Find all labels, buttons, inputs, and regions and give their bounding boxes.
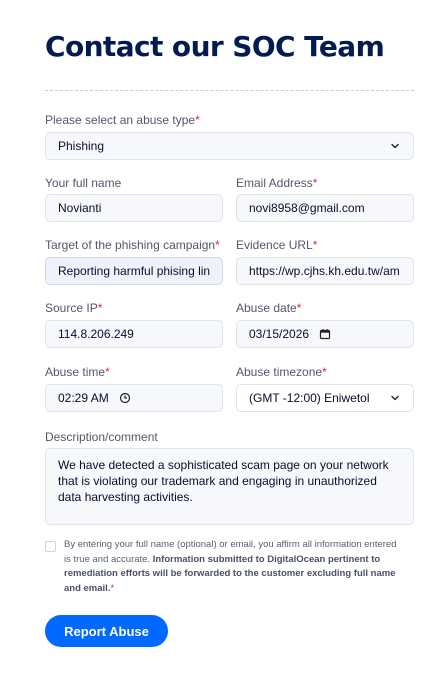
target-input[interactable]: Reporting harmful phising lin xyxy=(45,257,223,285)
full-name-label: Your full name xyxy=(45,176,122,190)
source-ip-label: Source IP* xyxy=(45,301,103,315)
full-name-input[interactable]: Novianti xyxy=(45,194,223,222)
description-textarea[interactable]: We have detected a sophisticated scam pa… xyxy=(45,448,414,525)
abuse-type-select[interactable]: Phishing xyxy=(45,132,414,160)
page-title: Contact our SOC Team xyxy=(45,30,385,63)
consent-checkbox[interactable] xyxy=(45,541,56,552)
source-ip-input[interactable]: 114.8.206.249 xyxy=(45,320,223,348)
evidence-url-input[interactable]: https://wp.cjhs.kh.edu.tw/am xyxy=(236,257,414,285)
abuse-date-input[interactable]: 03/15/2026 xyxy=(236,320,414,348)
abuse-time-label: Abuse time* xyxy=(45,365,110,379)
divider xyxy=(45,90,414,91)
clock-icon[interactable] xyxy=(119,392,131,404)
chevron-down-icon xyxy=(391,395,399,401)
timezone-select[interactable]: (GMT -12:00) Eniwetol xyxy=(236,384,414,412)
abuse-date-label: Abuse date* xyxy=(236,301,302,315)
description-label: Description/comment xyxy=(45,430,158,444)
report-abuse-button[interactable]: Report Abuse xyxy=(45,615,168,647)
evidence-url-label: Evidence URL* xyxy=(236,238,318,252)
timezone-label: Abuse timezone* xyxy=(236,365,327,379)
abuse-time-input[interactable]: 02:29 AM xyxy=(45,384,223,412)
target-label: Target of the phishing campaign* xyxy=(45,238,220,252)
consent-text: By entering your full name (optional) or… xyxy=(64,539,397,594)
email-input[interactable]: novi8958@gmail.com xyxy=(236,194,414,222)
calendar-icon[interactable] xyxy=(319,328,331,340)
chevron-down-icon xyxy=(391,143,399,149)
abuse-type-label: Please select an abuse type* xyxy=(45,113,200,127)
email-label: Email Address* xyxy=(236,176,318,190)
